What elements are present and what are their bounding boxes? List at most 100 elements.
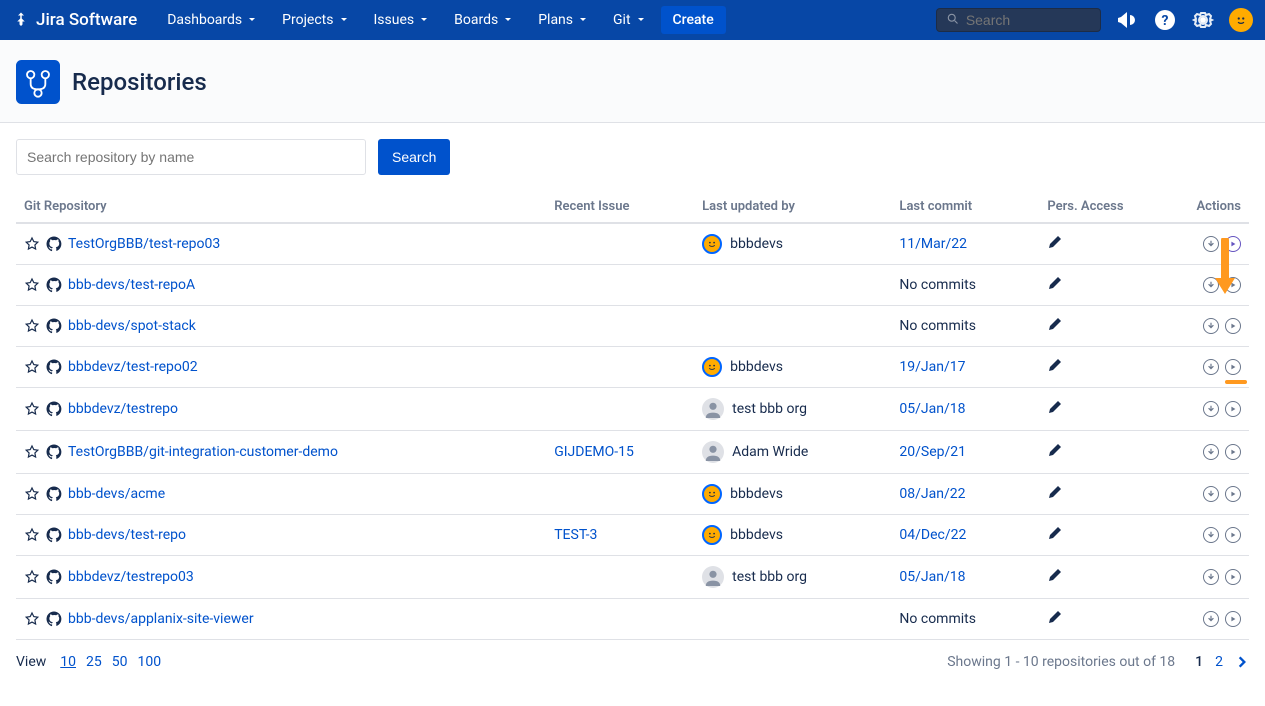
star-icon[interactable] [24,277,40,293]
edit-icon[interactable] [1047,609,1063,625]
nav-item-dashboards[interactable]: Dashboards [157,6,268,34]
commit-date[interactable]: 08/Jan/22 [899,486,965,502]
github-icon [46,236,62,252]
help-icon[interactable]: ? [1153,8,1177,32]
page-2[interactable]: 2 [1215,654,1223,670]
brand-text: Jira Software [36,10,137,30]
issue-link[interactable]: GIJDEMO-15 [554,444,634,460]
action-reindex-icon[interactable] [1225,569,1241,585]
table-row: bbbdevz/testrepo03 test bbb org 05/Jan/1… [16,556,1249,599]
brand-logo[interactable]: Jira Software [12,10,137,30]
col-header[interactable]: Git Repository [16,191,546,223]
announce-icon[interactable] [1115,8,1139,32]
action-reindex-icon[interactable] [1225,318,1241,334]
action-download-icon[interactable] [1203,569,1219,585]
view-opt-100[interactable]: 100 [138,654,162,670]
showing-text: Showing 1 - 10 repositories out of 18 [947,654,1175,670]
global-search[interactable] [936,8,1101,32]
action-reindex-icon[interactable] [1225,486,1241,502]
page-next-icon[interactable] [1235,655,1249,669]
repo-link[interactable]: bbb-devs/acme [68,486,165,502]
table-row: bbbdevz/test-repo02 bbbdevs 19/Jan/17 [16,347,1249,388]
star-icon[interactable] [24,401,40,417]
edit-icon[interactable] [1047,234,1063,250]
table-row: bbb-devs/test-repo TEST-3 bbbdevs 04/Dec… [16,515,1249,556]
star-icon[interactable] [24,236,40,252]
repo-link[interactable]: TestOrgBBB/test-repo03 [68,236,220,252]
col-header[interactable]: Actions [1150,191,1249,223]
search-button[interactable]: Search [378,139,450,175]
repo-link[interactable]: bbb-devs/spot-stack [68,318,196,334]
star-icon[interactable] [24,527,40,543]
action-download-icon[interactable] [1203,527,1219,543]
user-name: bbbdevs [730,359,783,375]
edit-icon[interactable] [1047,442,1063,458]
edit-icon[interactable] [1047,316,1063,332]
svg-text:?: ? [1162,13,1169,29]
github-icon [46,359,62,375]
col-header[interactable]: Recent Issue [546,191,694,223]
global-search-input[interactable] [966,12,1091,28]
settings-icon[interactable] [1191,8,1215,32]
action-reindex-icon[interactable] [1225,527,1241,543]
view-opt-25[interactable]: 25 [86,654,102,670]
action-download-icon[interactable] [1203,444,1219,460]
commit-date[interactable]: 19/Jan/17 [899,359,965,375]
commit-date[interactable]: 04/Dec/22 [899,527,966,543]
star-icon[interactable] [24,569,40,585]
table-row: bbb-devs/applanix-site-viewer No commits [16,599,1249,640]
repo-link[interactable]: bbbdevz/test-repo02 [68,359,198,375]
col-header[interactable]: Last updated by [694,191,891,223]
action-download-icon[interactable] [1203,486,1219,502]
col-header[interactable]: Last commit [891,191,1039,223]
repo-link[interactable]: bbbdevz/testrepo [68,401,178,417]
col-header[interactable]: Pers. Access [1039,191,1150,223]
view-opt-10[interactable]: 10 [60,654,76,670]
github-icon [46,277,62,293]
star-icon[interactable] [24,359,40,375]
action-reindex-icon[interactable] [1225,444,1241,460]
repo-link[interactable]: bbb-devs/applanix-site-viewer [68,611,254,627]
action-download-icon[interactable] [1203,401,1219,417]
action-download-icon[interactable] [1203,611,1219,627]
star-icon[interactable] [24,486,40,502]
action-download-icon[interactable] [1203,359,1219,375]
create-button[interactable]: Create [661,6,726,34]
edit-icon[interactable] [1047,484,1063,500]
edit-icon[interactable] [1047,275,1063,291]
commit-date[interactable]: 05/Jan/18 [899,569,965,585]
user-avatar-icon [702,441,724,463]
star-icon[interactable] [24,318,40,334]
view-label: View [16,654,46,670]
repo-search-input[interactable] [16,139,366,175]
nav-item-boards[interactable]: Boards [444,6,524,34]
edit-icon[interactable] [1047,525,1063,541]
commit-date[interactable]: 20/Sep/21 [899,444,966,460]
action-reindex-icon[interactable] [1225,359,1241,375]
annotation-arrow [1213,238,1237,302]
commit-date[interactable]: 05/Jan/18 [899,401,965,417]
repo-link[interactable]: TestOrgBBB/git-integration-customer-demo [68,444,338,460]
repo-link[interactable]: bbb-devs/test-repo [68,527,186,543]
action-reindex-icon[interactable] [1225,401,1241,417]
star-icon[interactable] [24,611,40,627]
star-icon[interactable] [24,444,40,460]
page-1[interactable]: 1 [1195,654,1203,670]
edit-icon[interactable] [1047,399,1063,415]
repo-link[interactable]: bbbdevz/testrepo03 [68,569,194,585]
github-icon [46,444,62,460]
commit-date[interactable]: 11/Mar/22 [899,236,967,252]
issue-link[interactable]: TEST-3 [554,527,597,543]
nav-item-git[interactable]: Git [603,6,657,34]
view-opt-50[interactable]: 50 [112,654,128,670]
view-options: 10 25 50 100 [60,654,161,670]
nav-item-issues[interactable]: Issues [364,6,441,34]
repo-link[interactable]: bbb-devs/test-repoA [68,277,195,293]
nav-item-plans[interactable]: Plans [528,6,599,34]
action-download-icon[interactable] [1203,318,1219,334]
edit-icon[interactable] [1047,357,1063,373]
edit-icon[interactable] [1047,567,1063,583]
user-avatar[interactable] [1229,8,1253,32]
nav-item-projects[interactable]: Projects [272,6,359,34]
action-reindex-icon[interactable] [1225,611,1241,627]
